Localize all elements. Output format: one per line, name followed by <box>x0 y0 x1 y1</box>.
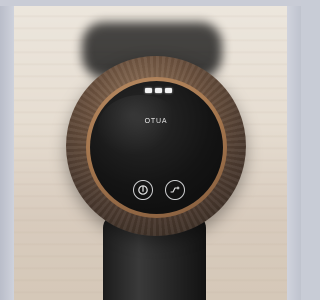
power-icon <box>137 184 149 196</box>
mode-button[interactable] <box>165 180 185 200</box>
image-frame: OTUA <box>0 0 301 300</box>
indicator-lights <box>145 88 173 95</box>
left-border <box>0 0 14 300</box>
right-border <box>287 0 301 300</box>
screen-reflection <box>98 95 183 160</box>
indicator-light <box>165 88 172 93</box>
brand-label: OTUA <box>144 118 168 125</box>
indicator-light <box>155 88 162 93</box>
indicator-light <box>145 88 152 93</box>
power-button[interactable] <box>133 180 153 200</box>
mode-icon <box>169 184 181 196</box>
